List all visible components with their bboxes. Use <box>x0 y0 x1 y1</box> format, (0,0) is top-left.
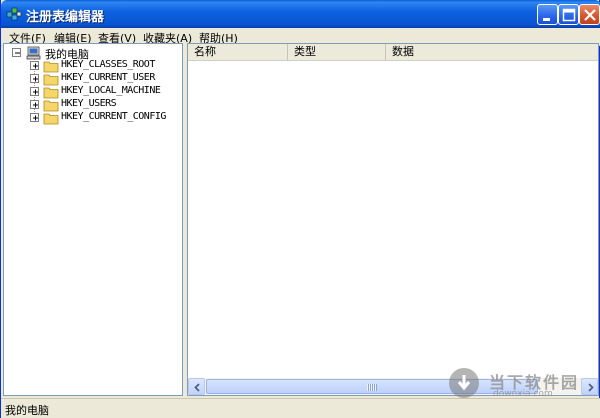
maximize-icon <box>562 8 576 22</box>
watermark-logo: 当下软件园 downxia.com <box>449 366 599 402</box>
tree-item-label: HKEY_CLASSES_ROOT <box>61 59 155 70</box>
column-headers: 名称 类型 数据 <box>188 44 598 61</box>
close-button[interactable] <box>579 4 600 25</box>
close-icon <box>584 9 596 21</box>
computer-icon <box>26 46 41 60</box>
expand-icon[interactable] <box>30 87 39 96</box>
scroll-left-button[interactable] <box>188 378 205 395</box>
tree-root-my-computer[interactable]: 我的电脑 <box>12 46 182 61</box>
minimize-icon <box>543 18 550 21</box>
expand-icon[interactable] <box>30 113 39 122</box>
expand-icon[interactable] <box>30 61 39 70</box>
status-text: 我的电脑 <box>5 404 49 417</box>
tree-item-label: HKEY_CURRENT_USER <box>61 72 155 83</box>
column-header-name[interactable]: 名称 <box>188 44 288 61</box>
folder-icon <box>43 113 59 125</box>
registry-editor-icon <box>6 7 22 21</box>
tree-item-hkey-classes-root[interactable]: HKEY_CLASSES_ROOT <box>26 59 182 73</box>
window-title: 注册表编辑器 <box>26 10 105 25</box>
key-tree-pane[interactable]: 我的电脑 HKEY_CLASSES_ROOT HKEY_CURRENT_USER <box>3 43 183 396</box>
tree-item-label: HKEY_LOCAL_MACHINE <box>61 85 161 96</box>
maximize-button[interactable] <box>558 4 579 25</box>
expand-icon[interactable] <box>30 74 39 83</box>
expand-icon[interactable] <box>30 100 39 109</box>
value-list-pane[interactable]: 名称 类型 数据 <box>187 43 599 396</box>
scroll-grip <box>367 384 377 391</box>
chevron-left-icon <box>194 383 200 392</box>
status-bar: 我的电脑 <box>1 398 600 418</box>
download-icon <box>449 368 479 398</box>
registry-editor-window: 注册表编辑器 文件(F) 编辑(E) 查看(V) 收藏夹(A) 帮助(H) 我的… <box>0 0 600 418</box>
tree-item-hkey-local-machine[interactable]: HKEY_LOCAL_MACHINE <box>26 85 182 99</box>
title-bar[interactable]: 注册表编辑器 <box>1 0 600 28</box>
tree-item-label: HKEY_USERS <box>61 98 117 109</box>
column-header-data[interactable]: 数据 <box>386 44 598 61</box>
minimize-button[interactable] <box>537 4 558 25</box>
tree-item-label: HKEY_CURRENT_CONFIG <box>61 111 166 122</box>
tree-item-hkey-current-user[interactable]: HKEY_CURRENT_USER <box>26 72 182 86</box>
tree-item-hkey-users[interactable]: HKEY_USERS <box>26 98 182 112</box>
tree-item-hkey-current-config[interactable]: HKEY_CURRENT_CONFIG <box>26 111 182 125</box>
column-header-type[interactable]: 类型 <box>288 44 386 61</box>
collapse-icon[interactable] <box>12 48 21 57</box>
